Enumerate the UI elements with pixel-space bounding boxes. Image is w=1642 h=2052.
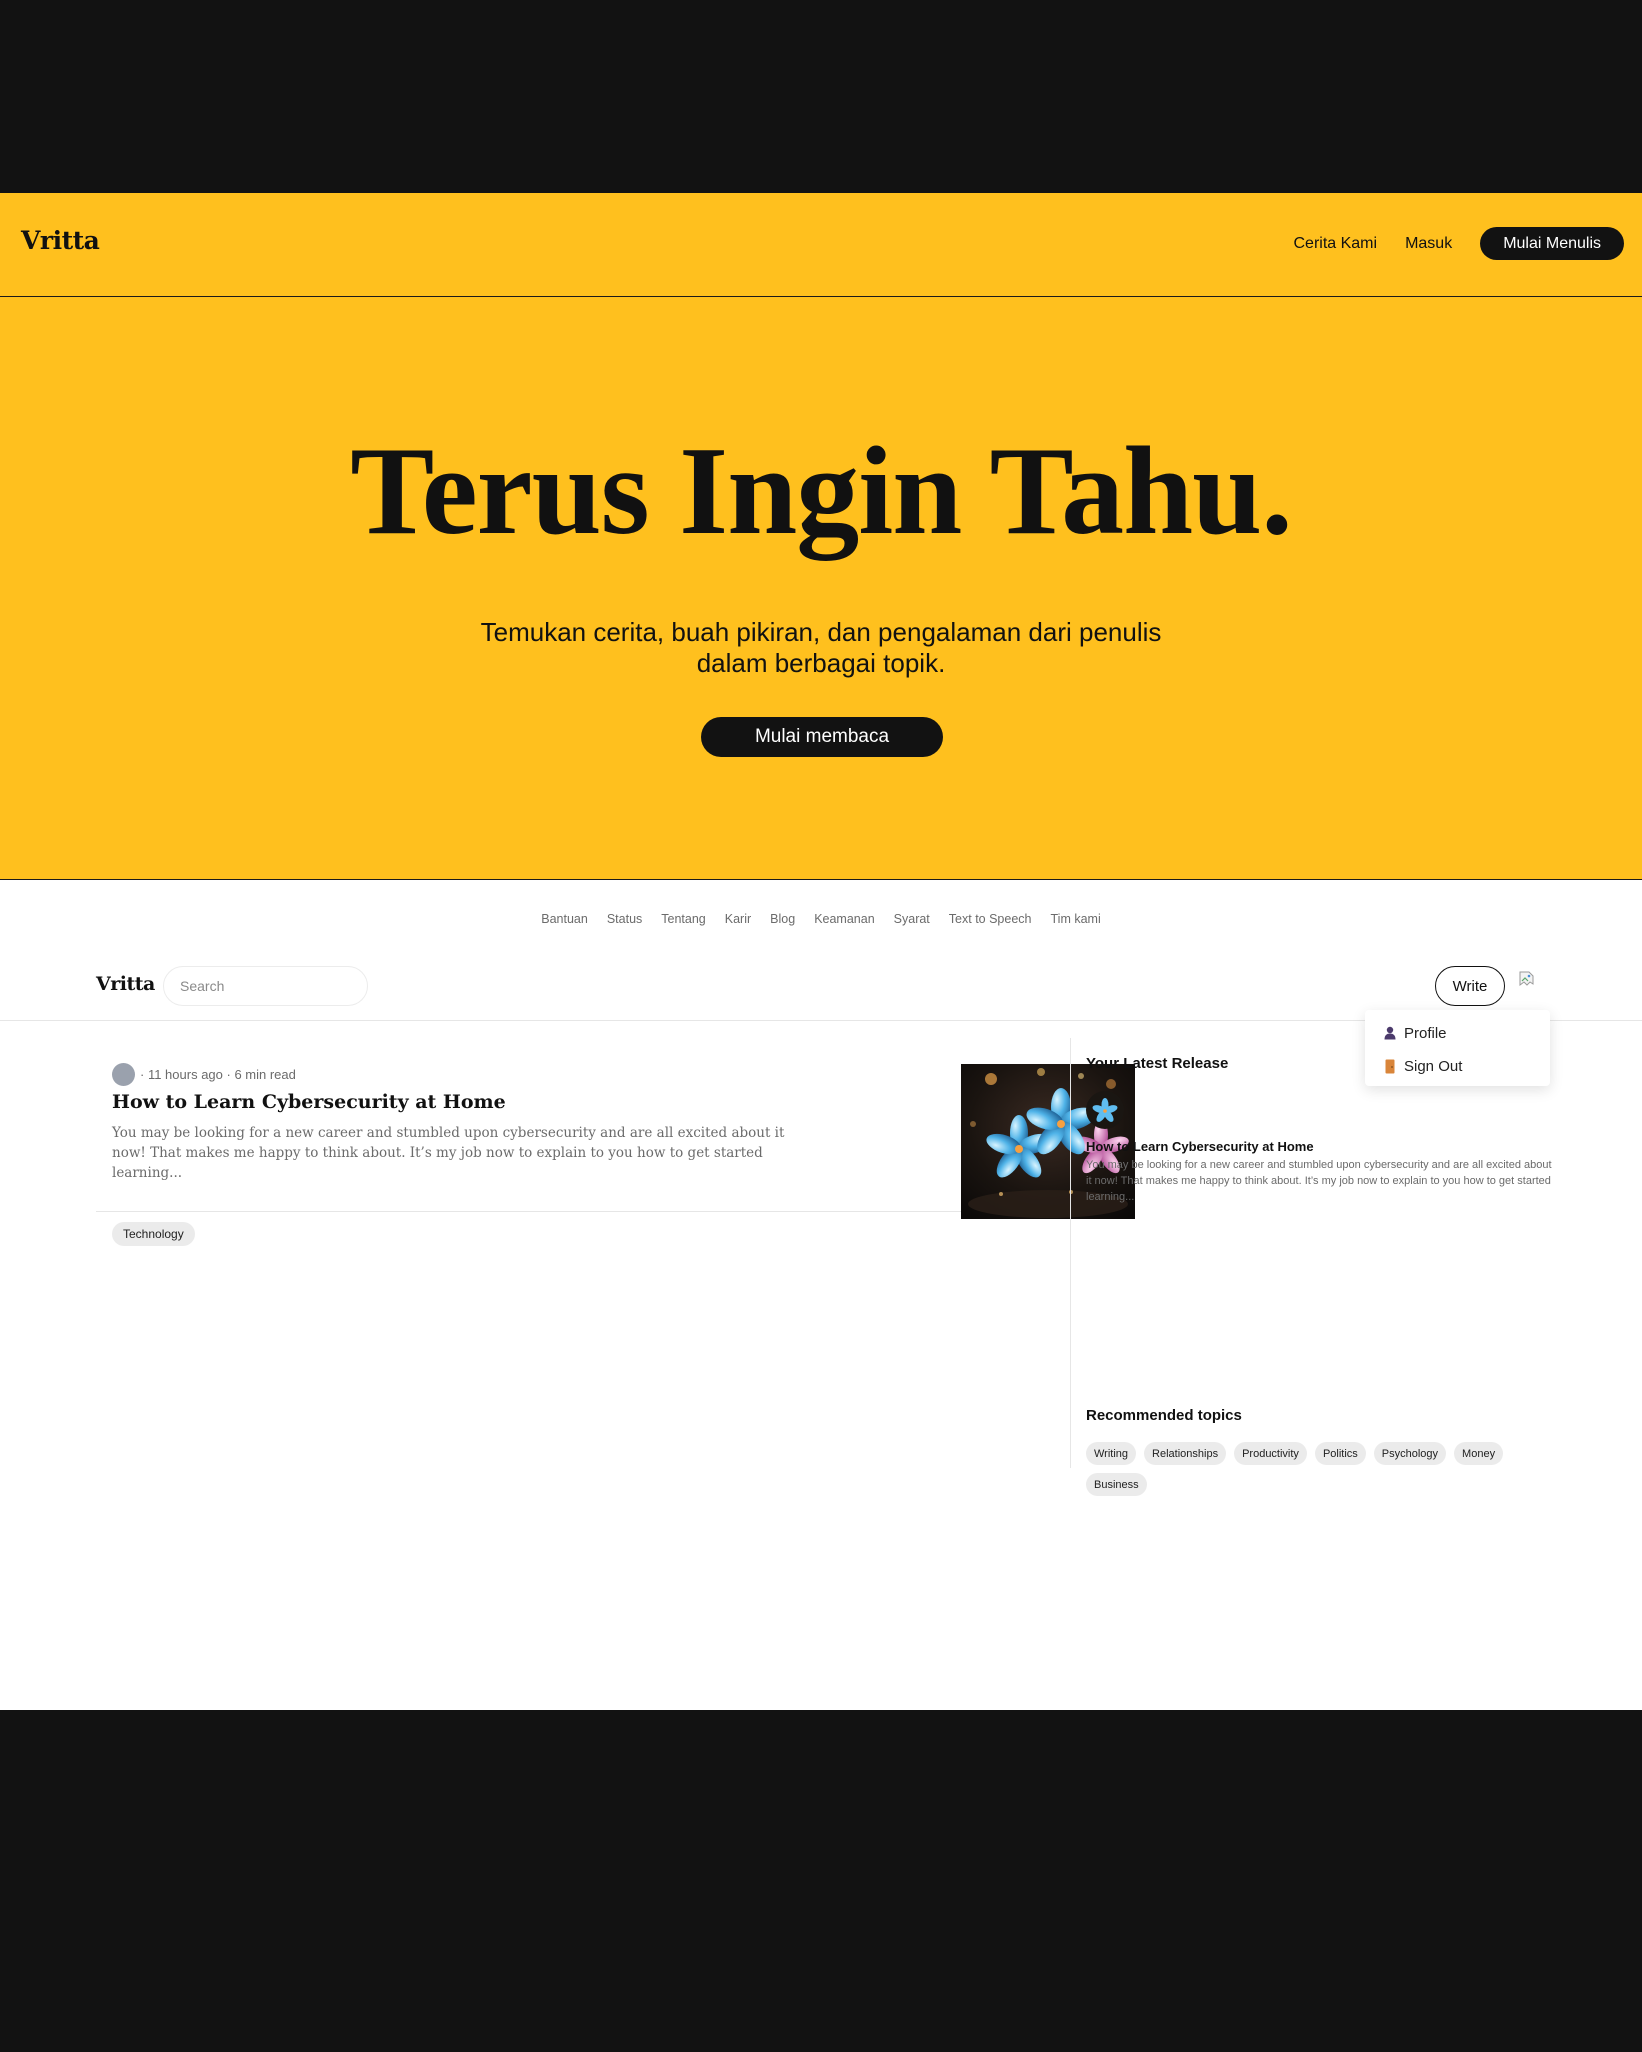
latest-release-title[interactable]: How to Learn Cybersecurity at Home [1086,1139,1314,1154]
person-icon [1382,1026,1398,1040]
app-page: Vritta Write · 11 hours ago · 6 min read… [0,955,1642,1710]
profile-menu-label: Profile [1404,1024,1447,1042]
sign-out-menu-item[interactable]: Sign Out [1382,1055,1462,1077]
landing-nav: Cerita Kami Masuk Mulai Menulis [1293,227,1624,260]
topic-business[interactable]: Business [1086,1473,1147,1496]
footer-link-about[interactable]: Tentang [661,912,705,926]
footer-link-status[interactable]: Status [607,912,642,926]
article-meta: · 11 hours ago · 6 min read [112,1063,296,1086]
article-card[interactable]: · 11 hours ago · 6 min read How to Learn… [96,1050,1135,1246]
app-logo[interactable]: Vritta [96,973,155,995]
sidebar-divider [1070,1038,1071,1468]
latest-release-heading: Your Latest Release [1086,1055,1229,1072]
latest-release-excerpt: You may be looking for a new career and … [1086,1159,1552,1203]
meta-separator: · [222,1067,235,1082]
start-reading-button[interactable]: Mulai membaca [701,717,943,757]
user-dropdown-menu: Profile Sign Out [1365,1010,1550,1086]
profile-menu-item[interactable]: Profile [1382,1022,1447,1044]
start-writing-button[interactable]: Mulai Menulis [1480,227,1624,260]
recommended-topics-heading: Recommended topics [1086,1407,1242,1424]
latest-release-thumbnail[interactable] [1086,1091,1124,1129]
article-excerpt: You may be looking for a new career and … [112,1125,785,1181]
topic-writing[interactable]: Writing [1086,1442,1137,1465]
topic-psychology[interactable]: Psychology [1373,1442,1447,1465]
article-read-time: 6 min read [234,1067,296,1082]
article-tag[interactable]: Technology [112,1222,195,1246]
hero-section: Terus Ingin Tahu. Temukan cerita, buah p… [0,297,1642,880]
bottom-backdrop [0,1710,1642,2052]
author-avatar[interactable] [112,1063,135,1086]
top-backdrop [0,0,1642,193]
article-time: 11 hours ago [147,1067,223,1082]
landing-logo[interactable]: Vritta [21,226,100,255]
footer-link-team[interactable]: Tim kami [1051,912,1101,926]
write-button[interactable]: Write [1435,966,1505,1006]
hero-subtitle: Temukan cerita, buah pikiran, dan pengal… [0,617,1642,679]
landing-header: Vritta Cerita Kami Masuk Mulai Menulis [0,193,1642,297]
article-title[interactable]: How to Learn Cybersecurity at Home [112,1091,506,1113]
topic-politics[interactable]: Politics [1314,1442,1366,1465]
topic-productivity[interactable]: Productivity [1234,1442,1307,1465]
footer-links: Bantuan Status Tentang Karir Blog Keaman… [0,880,1642,955]
search-input[interactable] [163,966,368,1006]
hero-subtitle-line-1: Temukan cerita, buah pikiran, dan pengal… [480,617,1162,647]
recommended-topics: Writing Relationships Productivity Polit… [1086,1442,1556,1504]
topic-relationships[interactable]: Relationships [1144,1442,1227,1465]
user-avatar-button[interactable] [1519,971,1549,1001]
nav-our-story-link[interactable]: Cerita Kami [1293,235,1377,253]
footer-link-text-to-speech[interactable]: Text to Speech [949,912,1032,926]
broken-image-icon [1519,971,1534,986]
nav-login-link[interactable]: Masuk [1405,235,1452,253]
hero-subtitle-line-2: dalam berbagai topik. [696,648,946,678]
topic-money[interactable]: Money [1454,1442,1504,1465]
door-icon [1382,1059,1398,1074]
meta-separator: · [140,1067,148,1082]
footer-link-security[interactable]: Keamanan [814,912,874,926]
footer-link-terms[interactable]: Syarat [894,912,930,926]
footer-link-help[interactable]: Bantuan [541,912,588,926]
footer-link-careers[interactable]: Karir [725,912,751,926]
footer-link-blog[interactable]: Blog [770,912,795,926]
sign-out-menu-label: Sign Out [1404,1057,1463,1075]
hero-title: Terus Ingin Tahu. [350,422,1292,561]
